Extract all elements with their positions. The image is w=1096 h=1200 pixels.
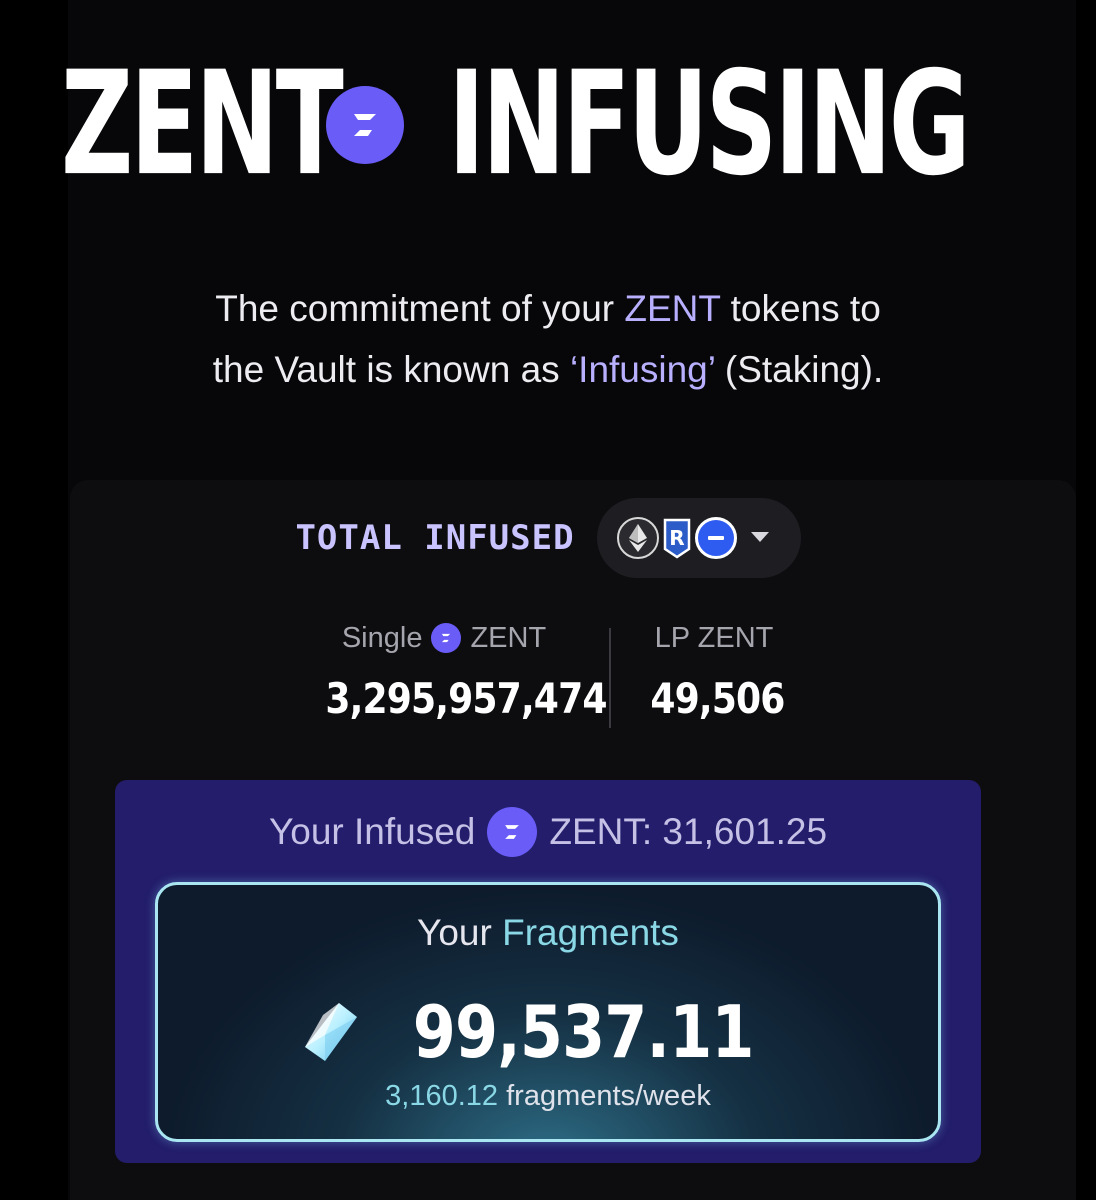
- lp-zent-stat: LP ZENT 49,506: [640, 616, 788, 724]
- ethereum-icon: [616, 517, 659, 559]
- your-infused-summary: Your Infused ZENT: 31,601.25: [0, 800, 1096, 864]
- single-label-token: ZENT: [470, 621, 547, 654]
- intro-text-segment: (Staking).: [714, 349, 884, 390]
- single-zent-value: 3,295,957,474: [325, 674, 607, 723]
- intro-token-name: ZENT: [624, 288, 721, 329]
- fragments-total: 99,537.11: [0, 990, 1096, 1074]
- lp-zent-label: LP ZENT: [654, 621, 774, 654]
- fragment-crystal-icon: [295, 997, 365, 1067]
- intro-text-segment: tokens to: [720, 288, 881, 329]
- hero-title: ZENT INFUSING: [0, 53, 1096, 196]
- hero-word-infusing: INFUSING: [448, 41, 971, 208]
- fragments-rate: 3,160.12 fragments/week: [0, 1080, 1096, 1113]
- intro-line-2: the Vault is known as ‘Infusing’ (Stakin…: [0, 339, 1096, 400]
- your-infused-amount: ZENT: 31,601.25: [549, 811, 828, 852]
- total-infused-label: TOTAL INFUSED: [295, 518, 575, 558]
- svg-text:R: R: [669, 526, 684, 550]
- chevron-down-icon: [749, 529, 771, 548]
- hero-word-zent: ZENT: [60, 41, 344, 208]
- zent-glyph: [354, 114, 377, 136]
- zent-logo-icon: [326, 86, 405, 164]
- intro-text-segment: The commitment of your: [215, 288, 625, 329]
- fragments-title-accent: Fragments: [502, 912, 679, 953]
- fragments-title-prefix: Your: [417, 912, 503, 953]
- fragments-rate-unit: fragments/week: [498, 1080, 711, 1112]
- single-zent-label: Single ZENT: [306, 616, 582, 660]
- zent-logo-icon: [431, 623, 462, 653]
- arbitrum-icon: R: [661, 517, 693, 559]
- intro-text: The commitment of your ZENT tokens to th…: [0, 278, 1096, 400]
- intro-text-segment: the Vault is known as: [212, 349, 570, 390]
- intro-line-1: The commitment of your ZENT tokens to: [0, 278, 1096, 339]
- infused-stats: Single ZENT 3,295,957,474 LP ZENT 49,506: [0, 616, 1096, 732]
- fragments-rate-value: 3,160.12: [385, 1080, 499, 1112]
- single-label-text: Single: [341, 621, 423, 654]
- fragments-title: Your Fragments: [0, 912, 1096, 954]
- chain-selector-dropdown[interactable]: R: [596, 498, 801, 578]
- stats-divider: [609, 628, 611, 728]
- your-infused-label: Your Infused: [268, 811, 476, 852]
- intro-infusing-term: ‘Infusing’: [569, 349, 715, 390]
- single-zent-stat: Single ZENT 3,295,957,474: [306, 616, 607, 724]
- base-icon: [694, 517, 737, 559]
- lp-zent-value: 49,506: [650, 674, 785, 723]
- total-infused-header: TOTAL INFUSED R: [0, 498, 1096, 578]
- fragments-value: 99,537.11: [412, 990, 755, 1074]
- zent-logo-icon: [487, 807, 538, 857]
